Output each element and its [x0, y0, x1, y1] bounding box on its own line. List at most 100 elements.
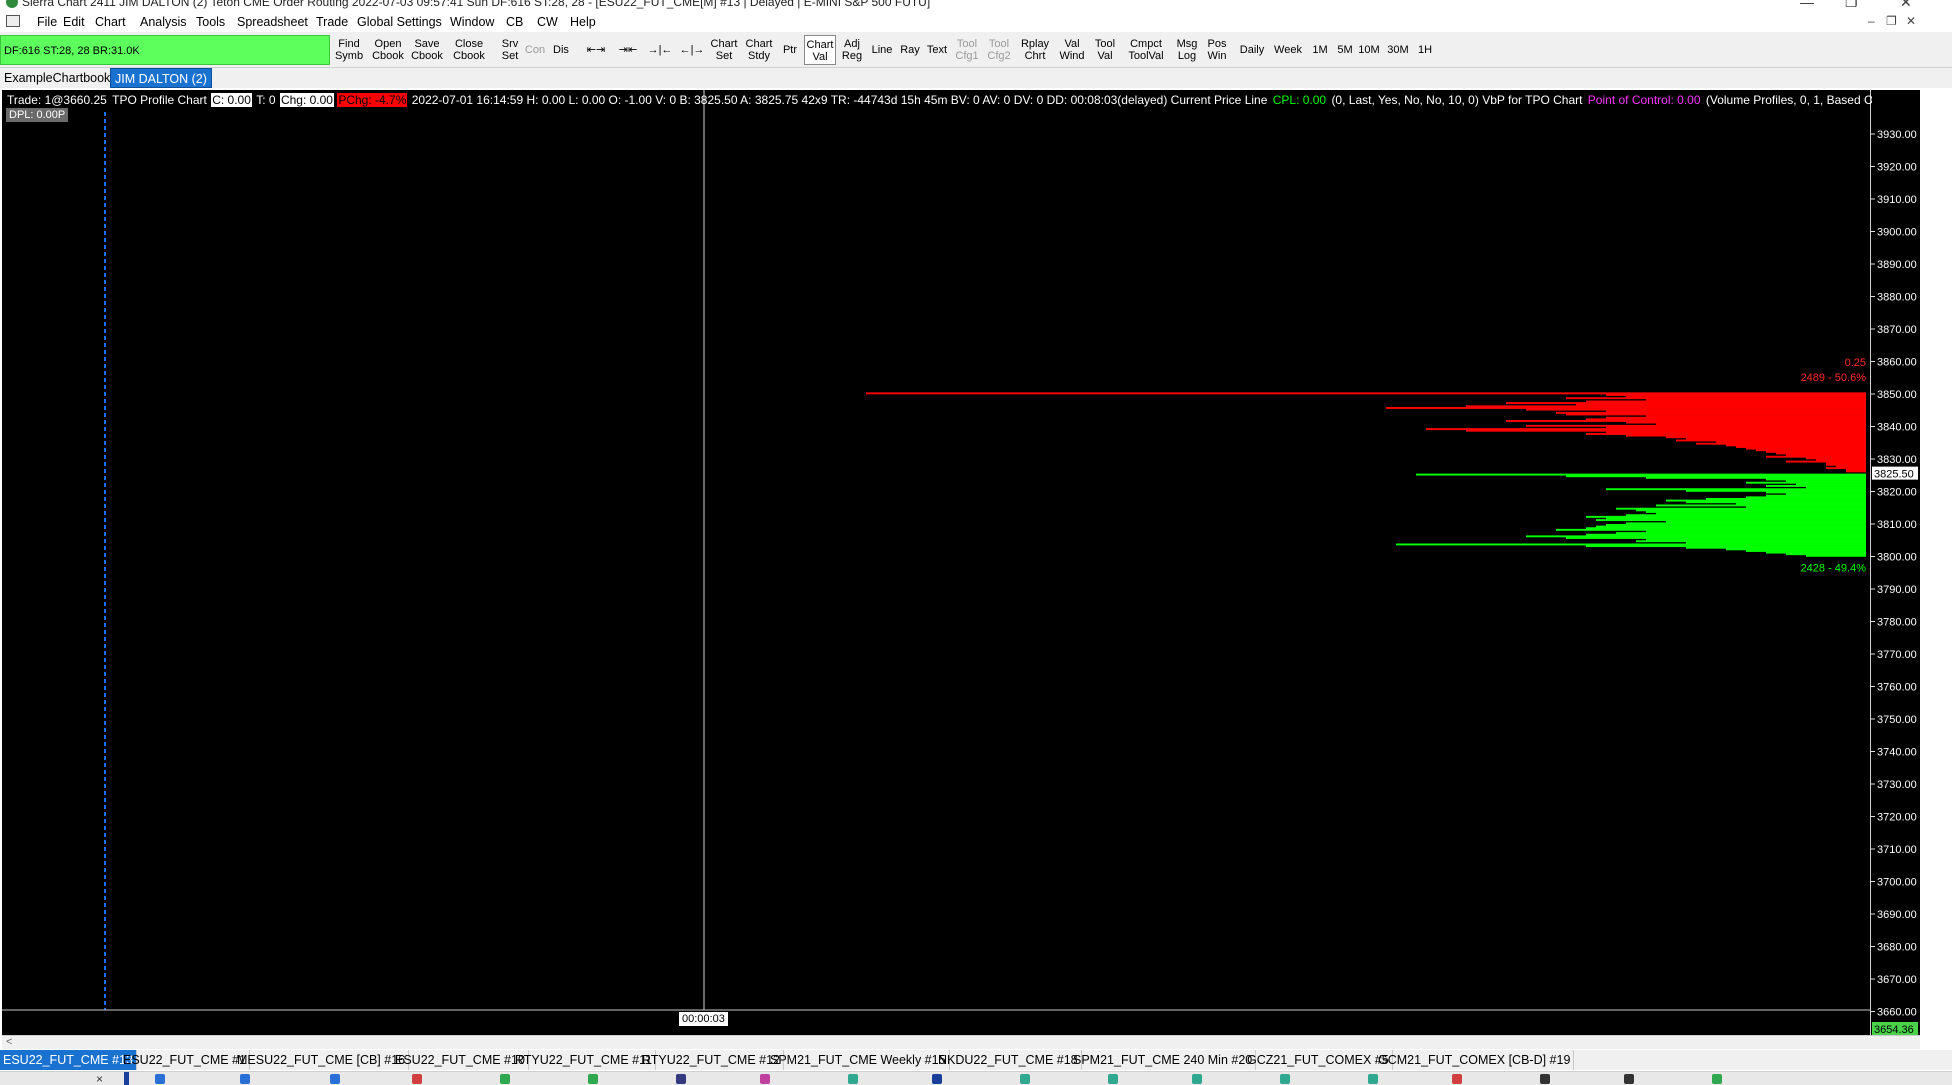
chart-tab[interactable]: ESU22_FUT_CME #1 [120, 1050, 250, 1070]
taskbar-app-icon[interactable] [1624, 1074, 1634, 1084]
chart-tab[interactable]: ESU22_FUT_CME #10 [392, 1050, 529, 1070]
taskbar-app-icon[interactable] [412, 1074, 422, 1084]
chart-tab[interactable]: GCM21_FUT_COMEX [CB-D] #19 [1375, 1050, 1575, 1070]
taskbar-app-icon[interactable] [500, 1074, 510, 1084]
taskbar-app-icon[interactable] [932, 1074, 942, 1084]
menu-help[interactable]: Help [570, 15, 596, 29]
taskbar-app-icon[interactable] [676, 1074, 686, 1084]
toolbar-btn-week[interactable]: Week [1271, 35, 1305, 65]
chart-tab[interactable]: SPM21_FUT_CME Weekly #15 [767, 1050, 950, 1070]
toolbar-btn-ptr[interactable]: Ptr [780, 35, 800, 65]
close-button[interactable]: ✕ [1900, 0, 1912, 11]
taskbar-app-icon[interactable] [1192, 1074, 1202, 1084]
toolbar-btn-[interactable]: →|← [646, 35, 674, 65]
taskbar-app-icon[interactable] [1108, 1074, 1118, 1084]
toolbar-btn-30m[interactable]: 30M [1385, 35, 1411, 65]
toolbar-btn-chart-stdy[interactable]: Chart Stdy [743, 35, 775, 65]
toolbar-btn-con[interactable]: Con [523, 35, 547, 65]
price-label: 3760.00 [1877, 682, 1917, 694]
menu-trade[interactable]: Trade [316, 15, 348, 29]
toolbar-btn-pos-win[interactable]: Pos Win [1204, 35, 1230, 65]
toolbar-btn-cmpct-toolval[interactable]: Cmpct ToolVal [1124, 35, 1168, 65]
menu-file[interactable]: File [37, 15, 57, 29]
menu-spreadsheet[interactable]: Spreadsheet [237, 15, 308, 29]
toolbar-btn-tool-cfg1[interactable]: Tool Cfg1 [953, 35, 981, 65]
toolbar-btn-tool-cfg2[interactable]: Tool Cfg2 [985, 35, 1013, 65]
mdi-minimize-button[interactable]: – [1868, 14, 1875, 28]
price-label: 3930.00 [1877, 129, 1917, 141]
toolbar-btn-save-cbook[interactable]: Save Cbook [409, 35, 445, 65]
taskbar-close-icon[interactable]: × [96, 1072, 103, 1085]
taskbar-app-icon[interactable] [1540, 1074, 1550, 1084]
price-label: 3880.00 [1877, 292, 1917, 304]
toolbar-btn-1h[interactable]: 1H [1414, 35, 1436, 65]
menu-analysis[interactable]: Analysis [140, 15, 187, 29]
chartbook-tab[interactable]: JIM DALTON (2) [110, 68, 212, 88]
bar-details: 2022-07-01 16:14:59 H: 0.00 L: 0.00 O: -… [411, 93, 1268, 107]
taskbar-app-icon[interactable] [240, 1074, 250, 1084]
taskbar-app-icon[interactable] [760, 1074, 770, 1084]
toolbar-btn-adj-reg[interactable]: Adj Reg [840, 35, 864, 65]
taskbar-app-icon[interactable] [1712, 1074, 1722, 1084]
chartbook-tab[interactable]: ExampleChartbook [0, 68, 114, 88]
maximize-button[interactable]: ❐ [1845, 0, 1858, 11]
chart-tab[interactable]: RTYU22_FUT_CME #12 [639, 1050, 785, 1070]
menu-edit[interactable]: Edit [63, 15, 85, 29]
toolbar-btn-srv-set[interactable]: Srv Set [498, 35, 522, 65]
point-of-control-value: Point of Control: 0.00 [1587, 93, 1701, 107]
taskbar-app-icon[interactable] [1368, 1074, 1378, 1084]
chart-area[interactable]: 3930.00 3920.00 3910.00 3900.00 3890.00 3880.… [2, 90, 1920, 1035]
toolbar-btn-text[interactable]: Text [925, 35, 949, 65]
toolbar-btn-tool-val[interactable]: Tool Val [1090, 35, 1120, 65]
mdi-close-button[interactable]: ✕ [1906, 14, 1916, 28]
taskbar-app-icon[interactable] [848, 1074, 858, 1084]
toolbar-btn-5m[interactable]: 5M [1334, 35, 1356, 65]
mdi-restore-button[interactable]: ❐ [1886, 14, 1897, 28]
menu-window[interactable]: Window [450, 15, 494, 29]
chart-tab[interactable]: ESU22_FUT_CME #13 [0, 1050, 137, 1070]
toolbar-btn-close-cbook[interactable]: Close Cbook [450, 35, 488, 65]
toolbar-btn-val-wind[interactable]: Val Wind [1057, 35, 1087, 65]
chart-canvas[interactable]: 3930.00 3920.00 3910.00 3900.00 3890.00 3880.… [2, 90, 1920, 1035]
taskbar-app-icon[interactable] [155, 1074, 165, 1084]
toolbar-btn-rplay-chrt[interactable]: Rplay Chrt [1017, 35, 1053, 65]
menu-cb[interactable]: CB [506, 15, 523, 29]
sierra-chart-window: Sierra Chart 2411 JIM DALTON (2) Teton C… [0, 0, 1952, 1085]
toolbar-btn-chart-set[interactable]: Chart Set [708, 35, 740, 65]
mdi-window-icon[interactable] [6, 15, 20, 27]
toolbar-btn-chart-val[interactable]: Chart Val [804, 35, 836, 65]
current-price-line-value: CPL: 0.00 [1272, 93, 1327, 107]
menu-tools[interactable]: Tools [196, 15, 225, 29]
scroll-left-icon[interactable]: < [6, 1036, 12, 1048]
menu-cw[interactable]: CW [537, 15, 558, 29]
taskbar-app-icon[interactable] [330, 1074, 340, 1084]
toolbar-btn-find-symb[interactable]: Find Symb [334, 35, 364, 65]
ticks-value: T: 0 [256, 93, 276, 107]
toolbar-btn-line[interactable]: Line [869, 35, 895, 65]
chart-tab[interactable]: RTYU22_FUT_CME #11 [512, 1050, 657, 1070]
minimize-button[interactable]: — [1800, 0, 1814, 10]
taskbar-app-icon[interactable] [1452, 1074, 1462, 1084]
chart-tab[interactable]: MESU22_FUT_CME [CB] #16 [234, 1050, 410, 1070]
chart-tab[interactable]: GCZ21_FUT_COMEX #5 [1244, 1050, 1393, 1070]
toolbar-btn-1m[interactable]: 1M [1309, 35, 1331, 65]
toolbar-btn-ray[interactable]: Ray [898, 35, 922, 65]
horizontal-scrollbar[interactable]: < [2, 1035, 1920, 1049]
taskbar-app-icon[interactable] [588, 1074, 598, 1084]
chart-tab[interactable]: NKDU22_FUT_CME #18 [935, 1050, 1082, 1070]
toolbar-btn-10m[interactable]: 10M [1357, 35, 1381, 65]
taskbar-app-icon[interactable] [1020, 1074, 1030, 1084]
chart-tab[interactable]: SPM21_FUT_CME 240 Min #20 [1070, 1050, 1257, 1070]
toolbar-btn-[interactable]: ⇤⇥ [582, 35, 610, 65]
toolbar-btn-[interactable]: ⇥⇤ [614, 35, 642, 65]
chart-info-line: Trade: 1@3660.25 TPO Profile Chart C: 0.… [6, 93, 1872, 107]
toolbar-btn-[interactable]: ←|→ [678, 35, 706, 65]
toolbar-btn-dis[interactable]: Dis [550, 35, 572, 65]
toolbar-btn-daily[interactable]: Daily [1235, 35, 1269, 65]
taskbar-app-icon[interactable] [1280, 1074, 1290, 1084]
toolbar-btn-open-cbook[interactable]: Open Cbook [370, 35, 406, 65]
menu-chart[interactable]: Chart [95, 15, 126, 29]
menu-global-settings[interactable]: Global Settings [357, 15, 442, 29]
toolbar-btn-msg-log[interactable]: Msg Log [1173, 35, 1201, 65]
title-bar: Sierra Chart 2411 JIM DALTON (2) Teton C… [0, 0, 1952, 12]
